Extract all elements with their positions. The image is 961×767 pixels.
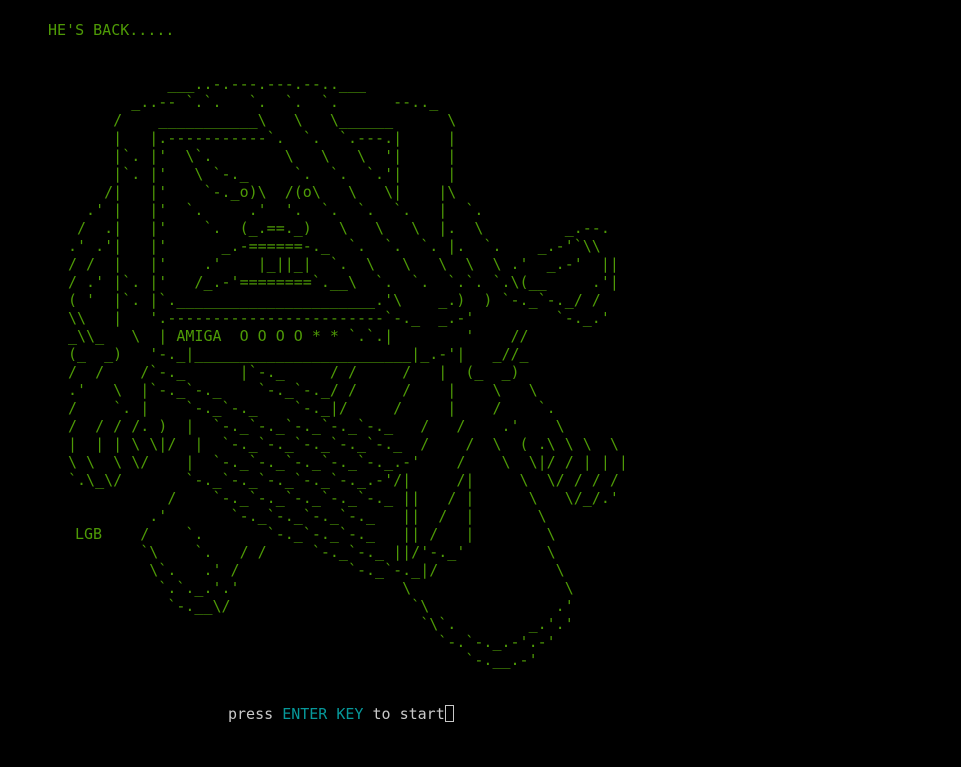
cursor-block-icon (444, 705, 454, 722)
prompt-text-after: to start (363, 705, 445, 723)
artist-signature: LGB (75, 525, 103, 543)
headline-text: HE'S BACK..... (48, 21, 175, 39)
start-prompt[interactable]: press ENTER KEY to start (228, 705, 454, 723)
enter-key-label: ENTER KEY (282, 705, 364, 723)
amiga-ascii-art: ___..-.---.---.--..___ _..-- `.`. `. `. … (68, 75, 628, 669)
prompt-text-before: press (228, 705, 283, 723)
terminal-screen: { "colors": { "background": "#000000", "… (0, 0, 961, 767)
